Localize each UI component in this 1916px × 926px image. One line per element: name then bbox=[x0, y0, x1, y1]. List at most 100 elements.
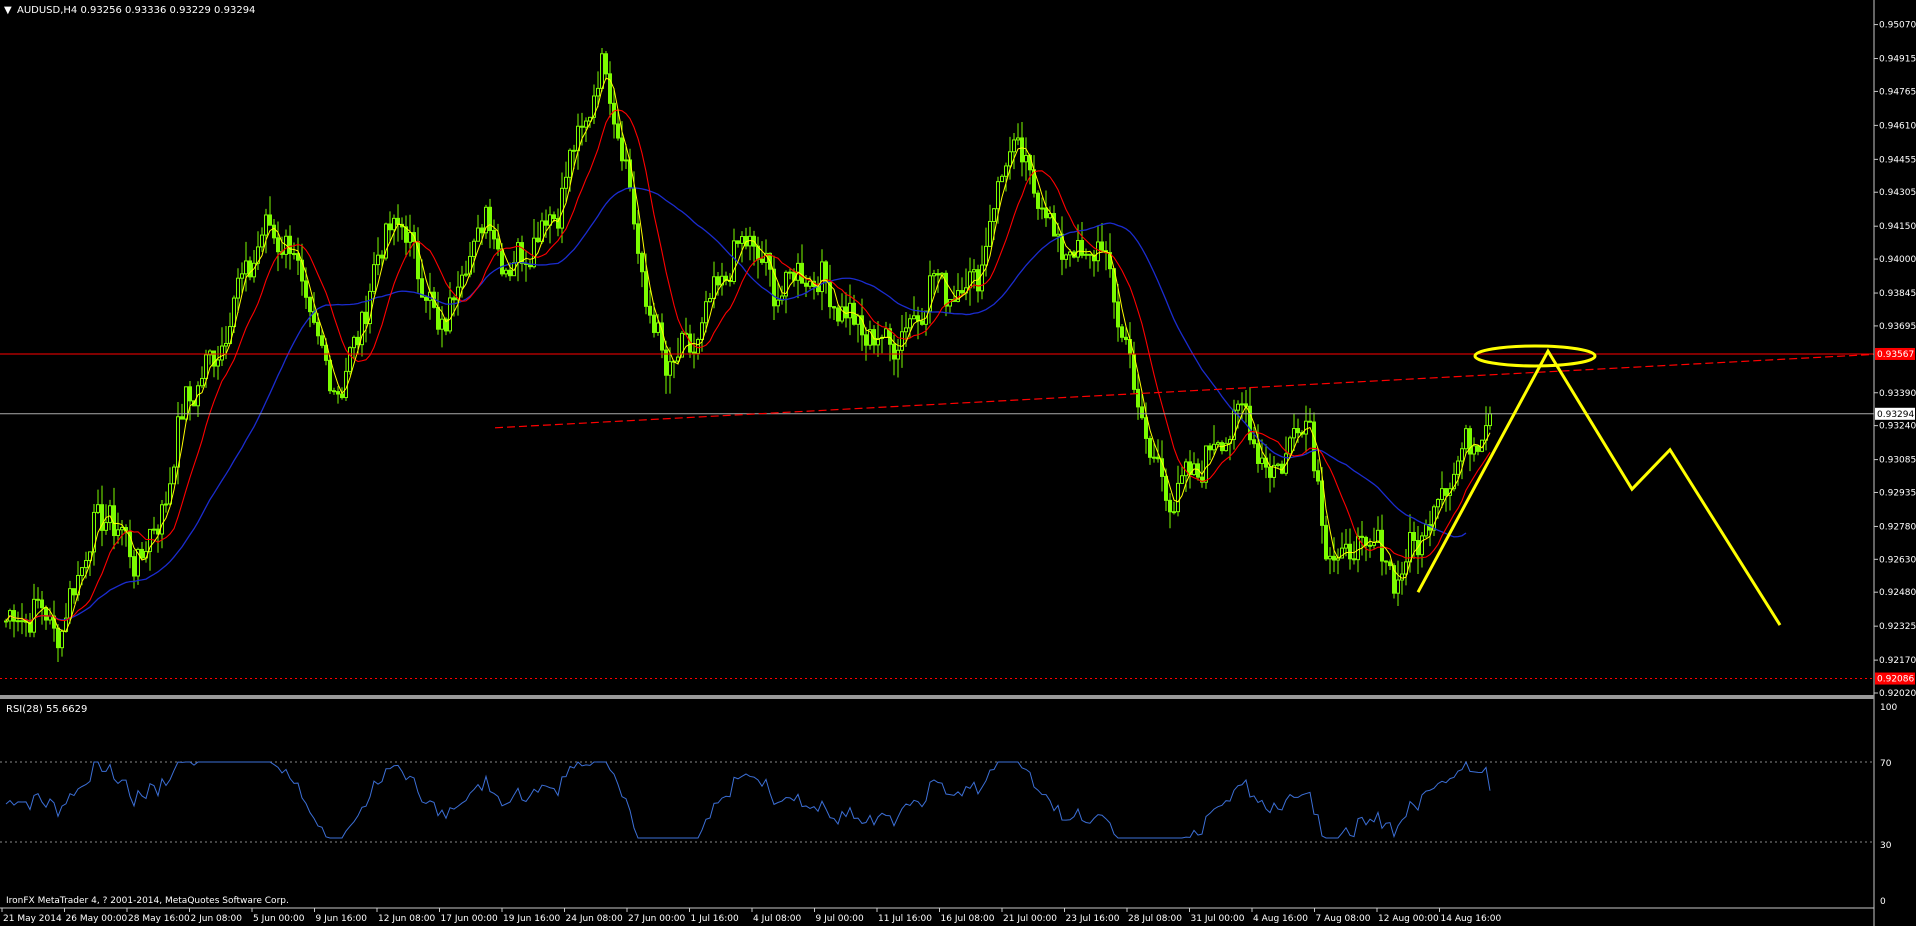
candle bbox=[316, 321, 320, 337]
candle bbox=[1240, 403, 1244, 406]
candle bbox=[1420, 535, 1424, 556]
candle bbox=[864, 334, 868, 346]
candle bbox=[68, 588, 72, 619]
support-price-label: 0.92086 bbox=[1877, 675, 1914, 685]
candle bbox=[1276, 463, 1280, 466]
candle bbox=[164, 503, 168, 506]
candle bbox=[204, 354, 208, 379]
candle bbox=[1204, 445, 1208, 483]
candle bbox=[1120, 326, 1124, 338]
candle bbox=[152, 528, 156, 531]
candle bbox=[740, 236, 744, 244]
candle bbox=[1088, 253, 1092, 256]
candle bbox=[884, 328, 888, 338]
candle bbox=[172, 466, 176, 485]
candle bbox=[1388, 561, 1392, 567]
candle bbox=[16, 620, 20, 623]
candle bbox=[544, 220, 548, 226]
candle bbox=[1080, 240, 1084, 256]
chart-canvas[interactable]: 0.95070 0.94915 0.94765 0.94610 0.94455 0.943… bbox=[0, 0, 1916, 926]
time-tick-label: 9 Jul 00:00 bbox=[816, 914, 865, 924]
candle bbox=[120, 527, 124, 531]
candle bbox=[1236, 403, 1240, 411]
candle bbox=[488, 206, 492, 231]
candle bbox=[736, 240, 740, 244]
candle bbox=[1076, 240, 1080, 258]
candle bbox=[352, 336, 356, 349]
candle bbox=[1324, 524, 1328, 560]
candle bbox=[712, 276, 716, 300]
main-window-header: AUDUSD,H4 0.93256 0.93336 0.93229 0.9329… bbox=[17, 5, 255, 16]
rsi-level-label: 100 bbox=[1880, 703, 1897, 713]
candle bbox=[320, 335, 324, 346]
candle bbox=[848, 302, 852, 319]
candle bbox=[896, 349, 900, 360]
candle bbox=[988, 220, 992, 247]
time-tick-label: 11 Jul 16:00 bbox=[878, 914, 932, 924]
candle bbox=[1360, 535, 1364, 538]
candle bbox=[800, 262, 804, 284]
candle bbox=[380, 254, 384, 259]
candle bbox=[1384, 560, 1388, 563]
candle bbox=[388, 223, 392, 231]
candle bbox=[972, 269, 976, 273]
price-tick-label: 0.93240 bbox=[1879, 422, 1916, 432]
candle bbox=[496, 238, 500, 250]
current-price-label: 0.93294 bbox=[1877, 410, 1914, 420]
candle bbox=[12, 610, 16, 622]
window-separator[interactable] bbox=[0, 695, 1874, 699]
candle bbox=[500, 248, 504, 275]
rsi-window-header: RSI(28) 55.6629 bbox=[6, 704, 87, 715]
price-tick-label: 0.93085 bbox=[1879, 456, 1916, 466]
candle bbox=[1168, 499, 1172, 513]
candle bbox=[1004, 165, 1008, 177]
time-tick-label: 31 Jul 00:00 bbox=[1191, 914, 1245, 924]
chevron-down-icon[interactable]: ▼ bbox=[4, 5, 12, 16]
candle bbox=[536, 237, 540, 243]
candle bbox=[108, 505, 112, 524]
candle bbox=[1352, 558, 1356, 561]
price-tick-label: 0.92935 bbox=[1879, 488, 1916, 498]
candle bbox=[160, 504, 164, 535]
candle bbox=[580, 125, 584, 128]
candle bbox=[104, 522, 108, 531]
candle bbox=[1412, 532, 1416, 541]
candle bbox=[836, 307, 840, 322]
candle bbox=[84, 559, 88, 569]
price-tick-label: 0.92325 bbox=[1879, 622, 1916, 632]
price-tick-label: 0.94610 bbox=[1879, 121, 1916, 131]
candle bbox=[808, 280, 812, 287]
candle bbox=[1316, 470, 1320, 482]
candle bbox=[1208, 445, 1212, 451]
candle bbox=[1256, 443, 1260, 464]
candle bbox=[364, 311, 368, 325]
candle bbox=[620, 137, 624, 162]
candle bbox=[1212, 443, 1216, 451]
candle bbox=[1176, 482, 1180, 513]
candle bbox=[652, 314, 656, 333]
candle bbox=[1328, 555, 1332, 560]
candle bbox=[1008, 151, 1012, 167]
candle bbox=[1144, 417, 1148, 439]
candle bbox=[1488, 413, 1492, 427]
candle bbox=[632, 187, 636, 225]
candle bbox=[44, 607, 48, 621]
candle bbox=[1288, 437, 1292, 455]
candle bbox=[568, 149, 572, 178]
candle bbox=[1116, 301, 1120, 328]
candle bbox=[176, 416, 180, 468]
candle bbox=[904, 327, 908, 333]
time-tick-label: 19 Jun 16:00 bbox=[503, 914, 560, 924]
candle bbox=[244, 260, 248, 275]
time-tick-label: 27 Jun 00:00 bbox=[628, 914, 685, 924]
candle bbox=[1096, 241, 1100, 262]
candle bbox=[1368, 544, 1372, 547]
candle bbox=[1456, 460, 1460, 475]
candle bbox=[760, 258, 764, 263]
candle bbox=[996, 181, 1000, 210]
candle bbox=[656, 322, 660, 333]
candle bbox=[96, 504, 100, 513]
candle bbox=[564, 176, 568, 189]
candle bbox=[80, 567, 84, 576]
candle bbox=[292, 253, 296, 256]
